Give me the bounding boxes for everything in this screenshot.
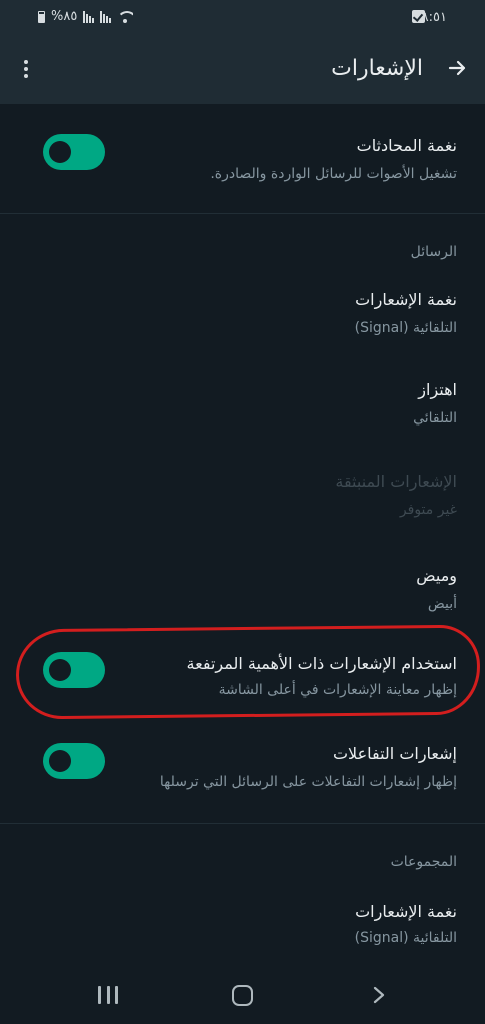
reaction-notifications-row[interactable]: إشعارات التفاعلات إظهار إشعارات التفاعلا… <box>0 728 485 820</box>
signal-icon <box>83 10 95 23</box>
reaction-notifications-toggle[interactable] <box>43 743 105 779</box>
messages-section-header: الرسائل <box>410 244 457 260</box>
red-annotation-circle <box>15 624 481 720</box>
page-title: الإشعارات <box>331 56 423 81</box>
conversation-tones-toggle[interactable] <box>43 134 105 170</box>
notification-tone-title: نغمة الإشعارات <box>355 290 457 309</box>
popup-notification-value: غير متوفر <box>399 502 457 518</box>
light-row[interactable]: وميض أبيض <box>0 548 485 634</box>
signal-icon <box>100 10 112 23</box>
divider <box>0 213 485 214</box>
status-time: ٨:٥١ <box>421 10 447 25</box>
system-nav-bar <box>0 966 485 1024</box>
nav-back-icon[interactable] <box>372 986 386 1004</box>
popup-notification-row: الإشعارات المنبثقة غير متوفر <box>0 454 485 540</box>
status-bar: ٨:٥١ %٨٥ <box>0 0 485 36</box>
light-title: وميض <box>416 566 457 585</box>
conversation-tones-row[interactable]: نغمة المحادثات تشغيل الأصوات للرسائل الو… <box>0 104 485 214</box>
battery-icon <box>38 10 45 23</box>
popup-notification-title: الإشعارات المنبثقة <box>335 472 457 491</box>
group-notification-tone-row[interactable]: نغمة الإشعارات التلقائية (Signal) <box>0 884 485 964</box>
message-notification-tone-row[interactable]: نغمة الإشعارات التلقائية (Signal) <box>0 272 485 358</box>
vibrate-title: اهتزاز <box>418 380 457 399</box>
conversation-tones-title: نغمة المحادثات <box>356 136 457 155</box>
vibrate-value: التلقائي <box>413 410 457 426</box>
battery-percent: %٨٥ <box>51 9 78 24</box>
status-indicators: %٨٥ <box>38 9 134 24</box>
notification-tone-value: التلقائية (Signal) <box>354 320 457 336</box>
recents-icon[interactable] <box>98 986 118 1004</box>
notification-check-icon <box>412 10 425 23</box>
reaction-notifications-subtitle: إظهار إشعارات التفاعلات على الرسائل التي… <box>159 774 457 790</box>
group-notification-tone-title: نغمة الإشعارات <box>355 902 457 921</box>
app-bar: الإشعارات <box>0 36 485 104</box>
back-arrow-icon[interactable] <box>447 58 467 78</box>
conversation-tones-subtitle: تشغيل الأصوات للرسائل الواردة والصادرة. <box>210 166 457 182</box>
group-notification-tone-value: التلقائية (Signal) <box>354 930 457 946</box>
vibrate-row[interactable]: اهتزاز التلقائي <box>0 362 485 448</box>
groups-section-header: المجموعات <box>390 854 457 870</box>
wifi-icon <box>117 10 134 23</box>
light-value: أبيض <box>427 596 457 612</box>
notifications-screen: ٨:٥١ %٨٥ الإشعارات نغمة المحادثات تشغيل … <box>0 0 485 1024</box>
more-options-icon[interactable] <box>20 60 32 82</box>
divider <box>0 823 485 824</box>
home-icon[interactable] <box>232 985 253 1006</box>
reaction-notifications-title: إشعارات التفاعلات <box>332 744 457 763</box>
